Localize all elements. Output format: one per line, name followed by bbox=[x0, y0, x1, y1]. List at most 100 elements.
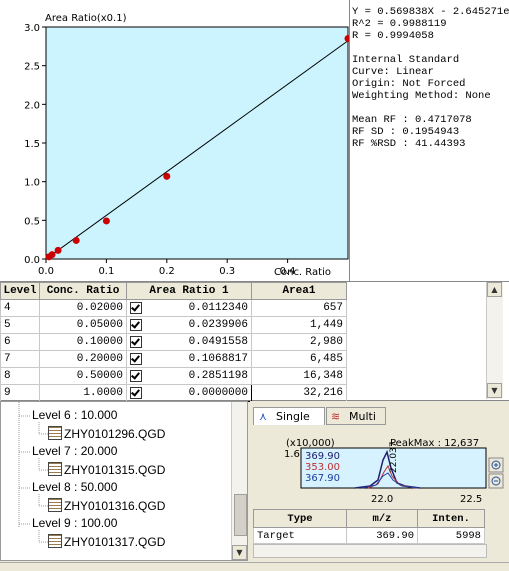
tree-scrollbar[interactable]: ▼ bbox=[231, 402, 247, 560]
tab-multi-label: Multi bbox=[349, 410, 376, 423]
tab-single[interactable]: ⋏ Single bbox=[253, 407, 325, 425]
chromatogram: (x10,000) PeakMax : 12,637 1.6 369.90 35… bbox=[284, 438, 504, 505]
row-area-ratio-cell: 0.1068817 bbox=[126, 350, 252, 368]
ion-table: Type m/z Inten. Target 369.90 5998 bbox=[253, 509, 485, 544]
x-tick-label: 22.5 bbox=[460, 494, 482, 505]
calibration-point bbox=[72, 236, 80, 244]
y-tick-label: 2.5 bbox=[24, 62, 40, 73]
y-tick-label: 0.0 bbox=[24, 255, 40, 266]
calibration-point bbox=[48, 251, 56, 259]
row-area: 32,216 bbox=[251, 384, 347, 402]
row-conc-ratio: 1.0000 bbox=[39, 384, 127, 402]
tree-file-node[interactable]: ZHY0101296.QGD bbox=[48, 426, 165, 441]
tab-multi[interactable]: ≋ Multi bbox=[326, 407, 386, 425]
tree-level-node[interactable]: Level 8 : 50.000 bbox=[32, 480, 117, 494]
statistics-panel: Y = 0.569838X - 2.645271e R^2 = 0.998811… bbox=[350, 0, 509, 281]
include-checkbox[interactable] bbox=[130, 369, 142, 382]
stat-line: R = 0.9994058 bbox=[352, 30, 434, 42]
row-area-ratio: 0.0000000 bbox=[188, 386, 248, 399]
row-area-ratio-cell: 0.2851198 bbox=[126, 367, 252, 385]
tree-file-label: ZHY0101315.QGD bbox=[64, 463, 166, 477]
y-tick-label: 1.5 bbox=[24, 139, 40, 150]
include-checkbox[interactable] bbox=[130, 301, 142, 314]
row-area: 657 bbox=[251, 299, 347, 317]
column-header-area-ratio[interactable]: Area Ratio 1 bbox=[126, 282, 252, 300]
table-row[interactable]: 9 1.0000 0.0000000 32,216 bbox=[0, 384, 347, 402]
ion-mz: 369.90 bbox=[346, 527, 418, 544]
tree-scroll-thumb[interactable] bbox=[234, 494, 247, 536]
stat-line: Internal Standard bbox=[352, 54, 460, 66]
zoom-out-icon[interactable] bbox=[488, 473, 504, 489]
stat-line: RF %RSD : 41.44393 bbox=[352, 138, 466, 150]
row-conc-ratio: 0.05000 bbox=[39, 316, 127, 334]
row-level: 6 bbox=[0, 333, 40, 351]
ion-table-hscrollbar[interactable] bbox=[253, 544, 487, 558]
column-header-level[interactable]: Level bbox=[0, 282, 40, 300]
peak-label: 22.037 bbox=[389, 442, 399, 474]
row-level: 4 bbox=[0, 299, 40, 317]
level-table-panel: Level Conc. Ratio Area Ratio 1 Area1 4 0.… bbox=[0, 281, 509, 402]
tree-level-node[interactable]: Level 9 : 100.00 bbox=[32, 516, 117, 530]
stat-line: Y = 0.569838X - 2.645271e bbox=[352, 6, 509, 18]
tree-file-node[interactable]: ZHY0101317.QGD bbox=[48, 534, 165, 549]
include-checkbox[interactable] bbox=[130, 352, 142, 365]
peak-max-label: PeakMax : 12,637 bbox=[390, 438, 479, 449]
column-header-area[interactable]: Area1 bbox=[251, 282, 347, 300]
ion-header-mz[interactable]: m/z bbox=[346, 509, 418, 528]
data-file-icon bbox=[48, 498, 62, 512]
table-row[interactable]: 8 0.50000 0.2851198 16,348 bbox=[0, 367, 347, 385]
tree-file-label: ZHY0101317.QGD bbox=[64, 535, 166, 549]
ion-row[interactable]: Target 369.90 5998 bbox=[253, 527, 485, 544]
stat-line: Mean RF : 0.4717078 bbox=[352, 114, 472, 126]
row-level: 8 bbox=[0, 367, 40, 385]
row-area: 1,449 bbox=[251, 316, 347, 334]
row-level: 9 bbox=[0, 384, 40, 402]
row-area-ratio-cell: 0.0239906 bbox=[126, 316, 252, 334]
file-tree-panel: Level 6 : 10.000 ZHY0101296.QGD Level 7 : … bbox=[0, 401, 248, 561]
ion-header-type[interactable]: Type bbox=[253, 509, 347, 528]
x-tick-label: 0.0 bbox=[38, 266, 54, 277]
table-scrollbar[interactable]: ▲ ▼ bbox=[486, 282, 503, 399]
ion-intensity: 5998 bbox=[417, 527, 485, 544]
row-area-ratio: 0.0491558 bbox=[188, 335, 248, 348]
calibration-chart-panel: Area Ratio(x0.1) 0.0 0.5 1.0 1.5 2.0 2.5 3.0 0… bbox=[0, 0, 350, 281]
x-tick-label: 22.0 bbox=[371, 494, 393, 505]
tree-file-node[interactable]: ZHY0101315.QGD bbox=[48, 462, 165, 477]
y-tick-label: 3.0 bbox=[24, 23, 40, 34]
include-checkbox[interactable] bbox=[130, 335, 142, 348]
x-tick-label: 0.3 bbox=[219, 266, 235, 277]
tree-level-node[interactable]: Level 6 : 10.000 bbox=[32, 408, 117, 422]
tree-file-node[interactable]: ZHY0101316.QGD bbox=[48, 498, 165, 513]
tree-level-node[interactable]: Level 7 : 20.000 bbox=[32, 444, 117, 458]
zoom-in-icon[interactable] bbox=[488, 457, 504, 473]
row-conc-ratio: 0.10000 bbox=[39, 333, 127, 351]
chart-title: Area Ratio(x0.1) bbox=[45, 13, 127, 24]
table-row[interactable]: 4 0.02000 0.0112340 657 bbox=[0, 299, 347, 317]
scroll-up-button[interactable]: ▲ bbox=[487, 282, 502, 297]
row-area: 6,485 bbox=[251, 350, 347, 368]
level-table: Level Conc. Ratio Area Ratio 1 Area1 4 0.… bbox=[0, 282, 347, 402]
mz-value: 353.00 bbox=[305, 462, 340, 473]
y-tick-label: 2.0 bbox=[24, 100, 40, 111]
table-row[interactable]: 6 0.10000 0.0491558 2,980 bbox=[0, 333, 347, 351]
include-checkbox[interactable] bbox=[130, 386, 142, 399]
calibration-point bbox=[102, 217, 110, 225]
stat-line: Weighting Method: None bbox=[352, 90, 491, 102]
ion-header-intensity[interactable]: Inten. bbox=[417, 509, 485, 528]
row-area-ratio: 0.0112340 bbox=[188, 301, 248, 314]
table-row[interactable]: 5 0.05000 0.0239906 1,449 bbox=[0, 316, 347, 334]
tree-scroll-down-button[interactable]: ▼ bbox=[232, 545, 247, 560]
mz-value: 369.90 bbox=[305, 451, 340, 462]
column-header-conc-ratio[interactable]: Conc. Ratio bbox=[39, 282, 127, 300]
multi-chromatogram-icon: ≋ bbox=[331, 410, 341, 423]
row-conc-ratio: 0.50000 bbox=[39, 367, 127, 385]
row-area: 2,980 bbox=[251, 333, 347, 351]
include-checkbox[interactable] bbox=[130, 318, 142, 331]
calibration-point bbox=[54, 246, 62, 254]
row-area-ratio-cell: 0.0112340 bbox=[126, 299, 252, 317]
scroll-down-button[interactable]: ▼ bbox=[487, 383, 502, 398]
table-row[interactable]: 7 0.20000 0.1068817 6,485 bbox=[0, 350, 347, 368]
row-conc-ratio: 0.02000 bbox=[39, 299, 127, 317]
row-level: 7 bbox=[0, 350, 40, 368]
row-area-ratio: 0.1068817 bbox=[188, 352, 248, 365]
